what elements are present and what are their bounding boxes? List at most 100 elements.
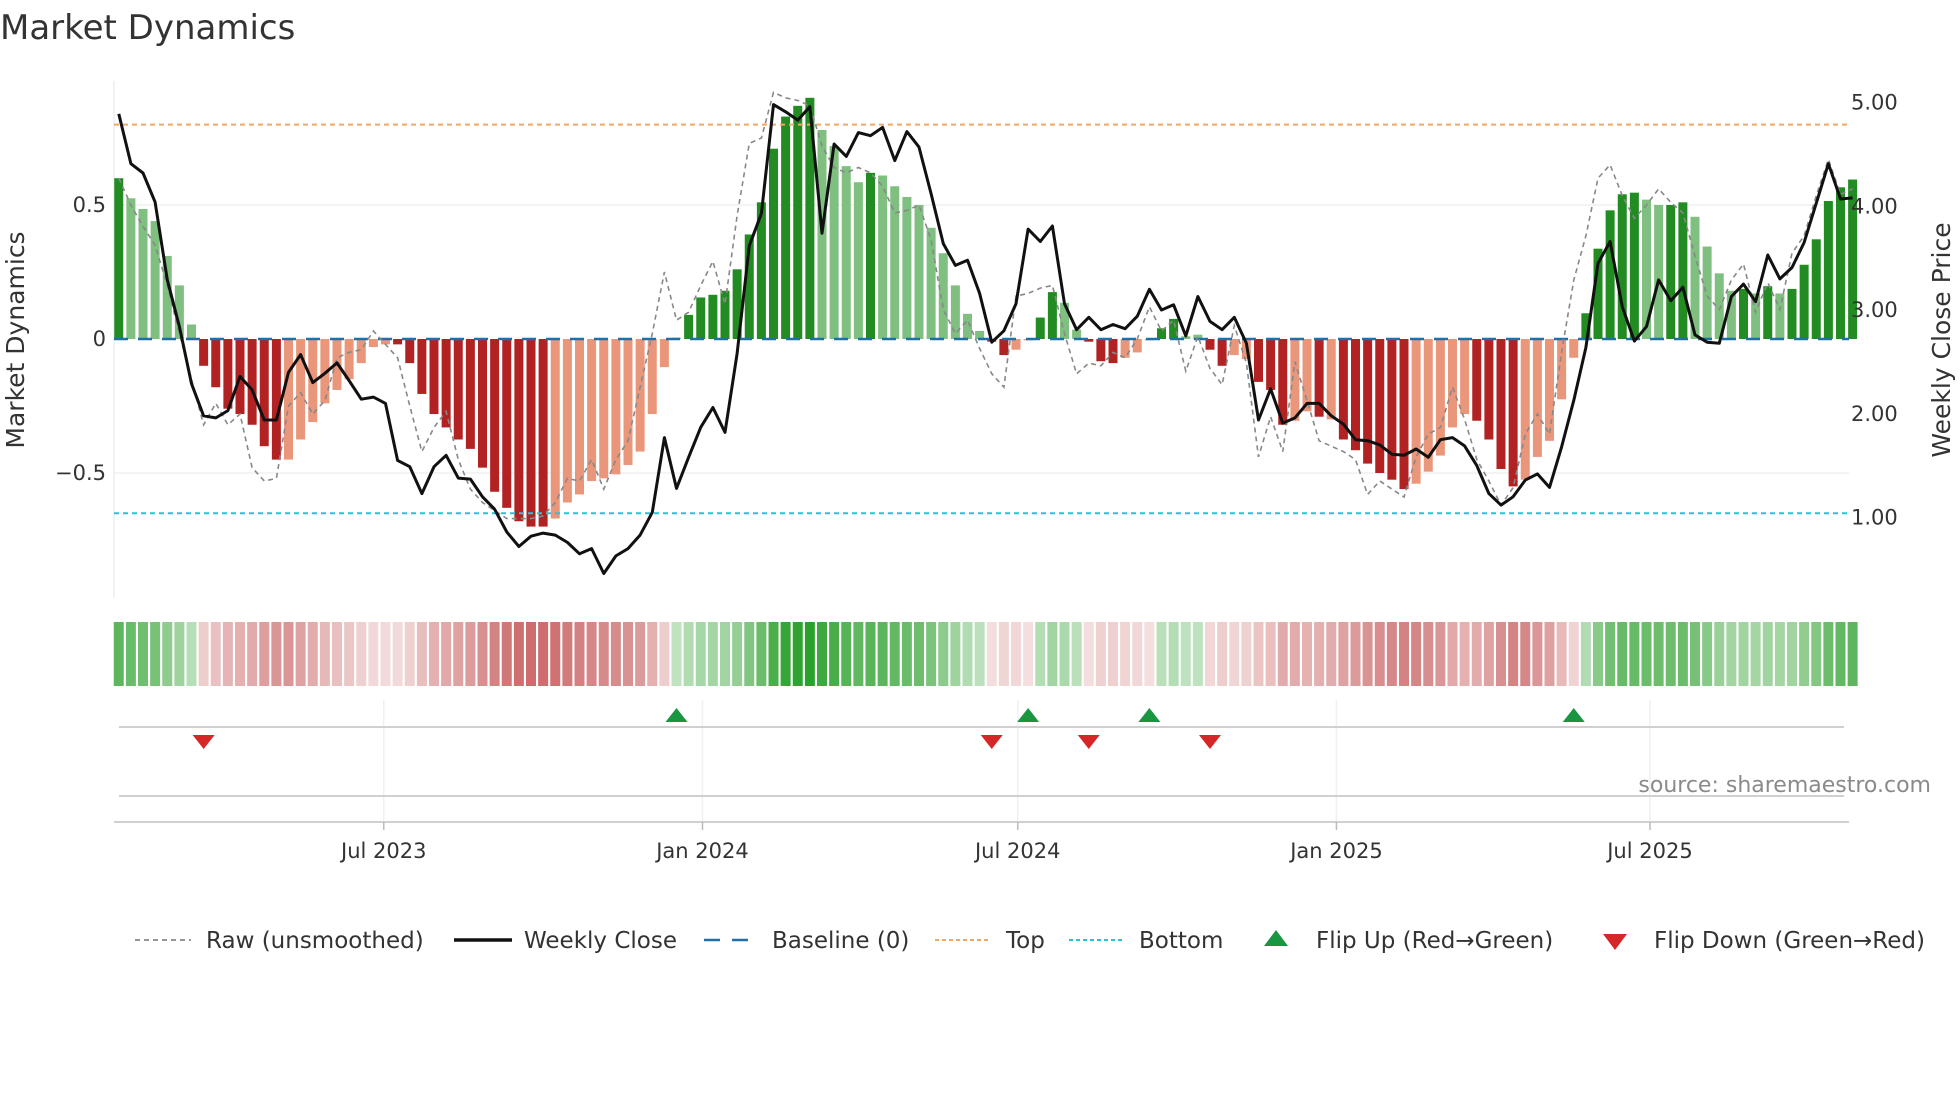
heat-cell	[562, 622, 573, 686]
heat-cell	[259, 622, 270, 686]
dynamics-bar	[938, 253, 948, 339]
heat-cell	[1641, 622, 1652, 686]
heat-cell	[1423, 622, 1434, 686]
dynamics-bar	[1205, 339, 1215, 350]
dynamics-bar	[1157, 328, 1166, 339]
heat-cell	[792, 622, 803, 686]
dynamics-bar	[1363, 339, 1373, 464]
legend-label: Flip Down (Green→Red)	[1654, 928, 1925, 954]
dynamics-bar	[1532, 339, 1542, 457]
legend-label: Raw (unsmoothed)	[206, 928, 424, 954]
heat-cell	[1593, 622, 1603, 686]
dynamics-bar	[526, 339, 536, 527]
heat-cell	[901, 622, 912, 686]
dynamics-bar	[1254, 339, 1263, 382]
heat-cell	[938, 622, 949, 686]
dynamics-bar	[1569, 339, 1579, 358]
heat-cell	[1702, 622, 1713, 686]
heat-cell	[1774, 622, 1785, 686]
heat-cell	[186, 622, 197, 686]
dynamics-bar	[1775, 293, 1785, 339]
dynamics-bar	[878, 175, 888, 339]
heat-cell	[1277, 622, 1288, 686]
y2-tick-label: 1.00	[1851, 506, 1898, 530]
heat-cell	[768, 622, 779, 686]
heat-cell	[1374, 622, 1385, 686]
flip-up-marker	[1562, 708, 1585, 722]
heat-cell	[1338, 622, 1349, 686]
heat-cell	[441, 622, 452, 686]
dynamics-bar	[429, 339, 439, 415]
heat-cell	[526, 622, 536, 686]
legend-label: Bottom	[1139, 928, 1223, 954]
heat-cell	[1156, 622, 1167, 686]
dynamics-bar	[1823, 200, 1833, 339]
heat-cell	[222, 622, 233, 686]
x-tick-label: Jul 2023	[339, 839, 426, 863]
dynamics-bar	[853, 182, 863, 339]
dynamics-bar	[1375, 339, 1385, 473]
flip-down-legend-icon	[1603, 934, 1627, 950]
heat-cell	[574, 622, 585, 686]
dynamics-bar	[999, 339, 1009, 356]
dynamics-bar	[344, 339, 354, 380]
dynamics-bar	[138, 209, 148, 339]
heat-cell	[780, 622, 791, 686]
dynamics-bar	[1011, 339, 1021, 350]
heat-cell	[1095, 622, 1106, 686]
heat-cell	[1071, 622, 1082, 686]
heat-cell	[986, 622, 997, 686]
dynamics-bar	[708, 294, 718, 339]
heat-cell	[914, 622, 924, 686]
chart-title: Market Dynamics	[0, 8, 295, 48]
legend-item-top: Top	[935, 928, 1045, 954]
heat-cell	[198, 622, 209, 686]
dynamics-bar	[1302, 339, 1312, 412]
heat-cell	[1168, 622, 1179, 686]
y-tick-label: 0	[93, 327, 106, 351]
heat-cell	[1847, 622, 1858, 686]
heat-cell	[1192, 622, 1203, 686]
heat-cell	[1677, 622, 1688, 686]
heat-cell	[1665, 622, 1676, 686]
dynamics-bar	[659, 339, 669, 368]
heat-cell	[1556, 622, 1567, 686]
heat-cell	[962, 622, 973, 686]
dynamics-bar	[465, 339, 475, 449]
heat-cell	[332, 622, 342, 686]
dynamics-bar	[841, 166, 851, 339]
heat-cell	[1205, 622, 1215, 686]
heat-cell	[1132, 622, 1143, 686]
dynamics-bar	[150, 221, 160, 339]
heat-cell	[307, 622, 318, 686]
dynamics-bar	[1399, 339, 1409, 490]
heat-cell	[756, 622, 767, 686]
heat-cell	[550, 622, 561, 686]
dynamics-bar	[575, 339, 584, 495]
heat-cell	[671, 622, 682, 686]
heat-cell	[1653, 622, 1664, 686]
heat-cell	[647, 622, 658, 686]
heat-cell	[1023, 622, 1034, 686]
heat-cell	[998, 622, 1009, 686]
heat-cell	[380, 622, 391, 686]
left-y-axis-ticks: 0.5 0 −0.5	[55, 193, 106, 485]
heat-cell	[1241, 622, 1252, 686]
flip-up-marker	[1017, 708, 1040, 722]
heat-cell	[501, 622, 512, 686]
dynamics-bar	[1702, 246, 1712, 339]
dynamics-bar	[550, 339, 560, 519]
dynamics-bar	[1035, 317, 1045, 339]
heat-cell	[1544, 622, 1555, 686]
heat-cell	[1738, 622, 1749, 686]
heat-cell	[804, 622, 815, 686]
heat-cell	[841, 622, 852, 686]
flip-down-marker	[980, 735, 1003, 749]
flip-up-marker	[665, 708, 688, 722]
dynamics-bar	[126, 198, 136, 339]
heat-cell	[1399, 622, 1409, 686]
flip-panel	[114, 726, 1849, 823]
dynamics-bar	[1484, 339, 1494, 440]
heat-cell	[513, 622, 524, 686]
legend-item-raw: Raw (unsmoothed)	[135, 928, 424, 954]
